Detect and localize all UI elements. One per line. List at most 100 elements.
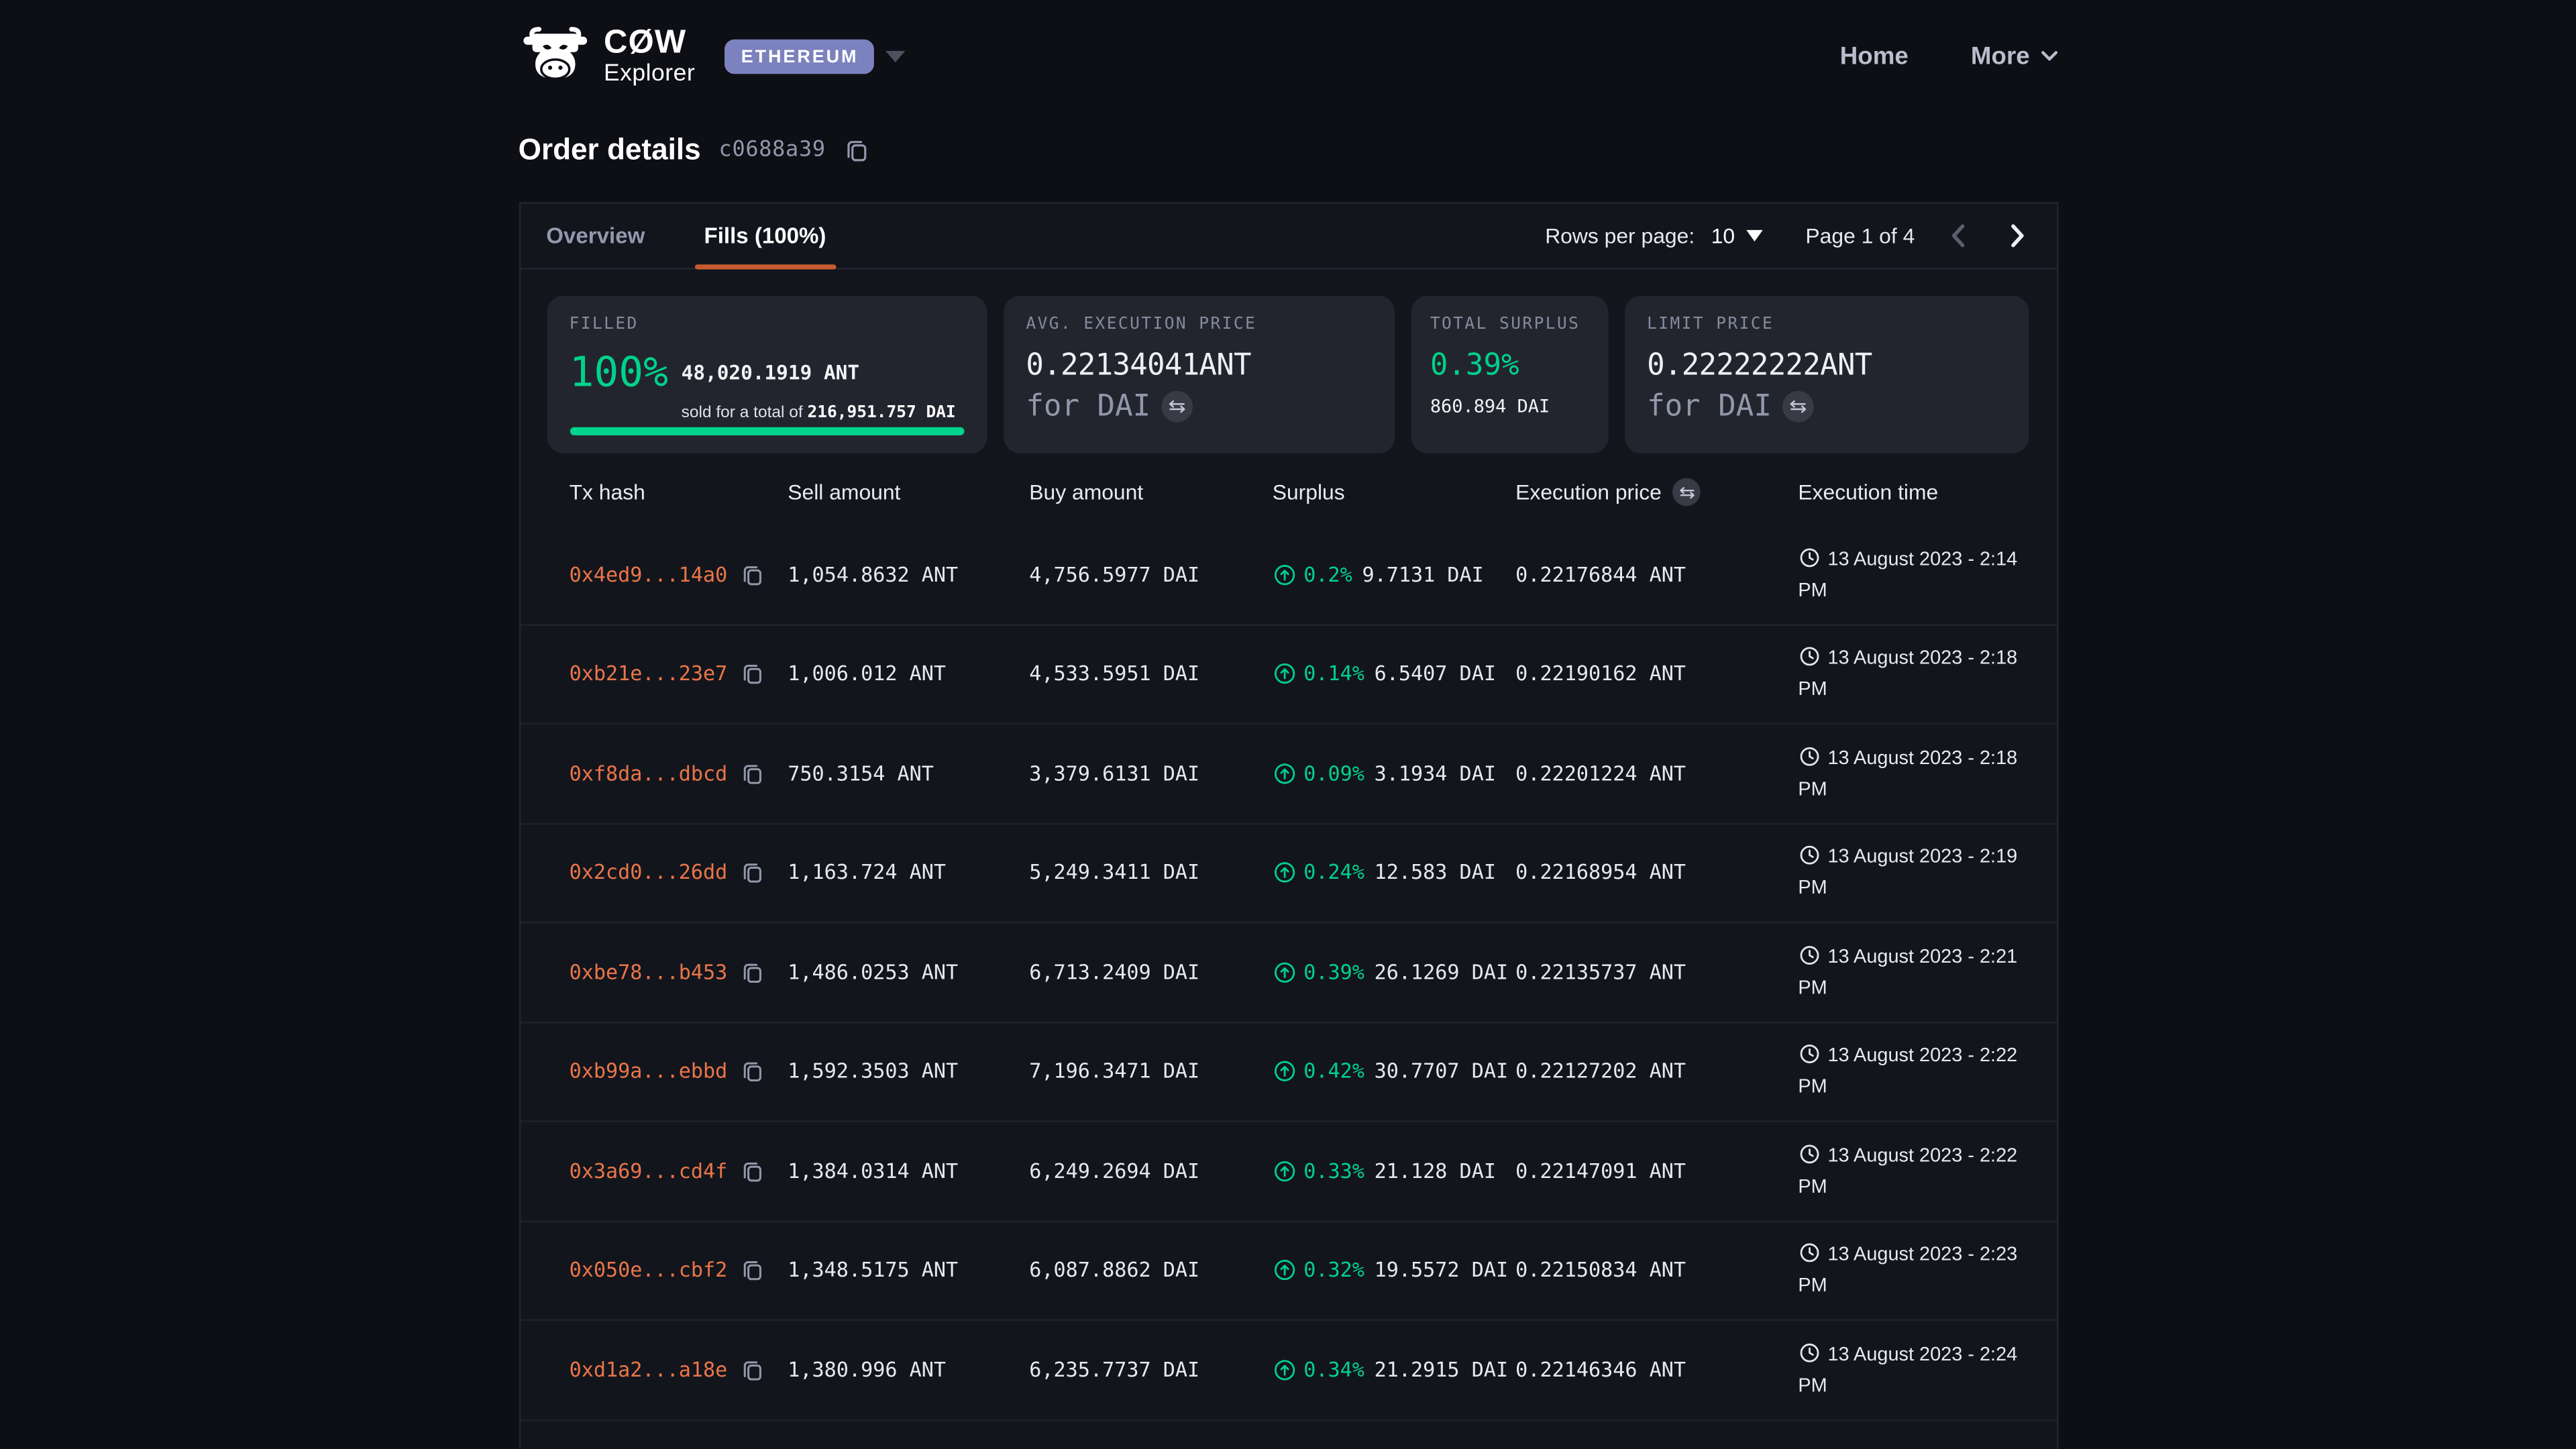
execution-time-text: 13 August 2023 - 2:14 PM [1798, 547, 2017, 601]
total-surplus-percent: 0.39% [1430, 348, 1588, 382]
buy-amount-cell: 6,087.8862 DAI [1029, 1259, 1272, 1282]
table-row: 0xb21e...23e7 1,006.012 ANT 4,533.5951 D… [520, 625, 2056, 724]
surplus-percent: 0.32% [1303, 1259, 1364, 1282]
tx-hash-link[interactable]: 0x050e...cbf2 [570, 1259, 728, 1282]
execution-price-cell: 0.22127202 ANT [1515, 1060, 1798, 1083]
tx-hash-cell: 0x2cd0...26dd [570, 861, 788, 884]
next-page-button[interactable] [2002, 222, 2030, 250]
filled-percent: 100% [570, 350, 668, 395]
surplus-cell: 0.14% 6.5407 DAI [1273, 663, 1515, 686]
rows-per-page-value: 10 [1711, 223, 1735, 248]
tx-hash-link[interactable]: 0xb21e...23e7 [570, 663, 728, 686]
total-surplus-card: TOTAL SURPLUS 0.39% 860.894 DAI [1410, 296, 1607, 453]
fills-table-header: Tx hash Sell amount Buy amount Surplus E… [520, 478, 2056, 506]
tab-overview[interactable]: Overview [546, 204, 645, 268]
limit-price-label: LIMIT PRICE [1647, 315, 2005, 333]
execution-price-cell: 0.22147091 ANT [1515, 1159, 1798, 1182]
invert-price-button[interactable] [1162, 391, 1193, 423]
clock-icon [1798, 845, 1819, 867]
nav-more[interactable]: More [1971, 42, 2057, 70]
copy-tx-hash-button[interactable] [741, 1358, 763, 1381]
surplus-percent: 0.09% [1303, 762, 1364, 785]
swap-icon [1790, 399, 1808, 414]
execution-time-text: 13 August 2023 - 2:19 PM [1798, 845, 2017, 900]
arrow-up-circle-icon [1273, 1060, 1295, 1083]
clock-icon [1798, 945, 1819, 966]
previous-page-button[interactable] [1944, 222, 1972, 250]
copy-tx-hash-button[interactable] [741, 563, 763, 586]
buy-amount-cell: 5,249.3411 DAI [1029, 861, 1272, 884]
filled-amount: 48,020.1919 ANT [682, 362, 859, 384]
arrow-up-circle-icon [1273, 1259, 1295, 1282]
clock-icon [1798, 547, 1819, 568]
surplus-amount: 30.7707 DAI [1375, 1060, 1508, 1083]
tx-hash-link[interactable]: 0xd1a2...a18e [570, 1358, 728, 1381]
summary-cards: FILLED 100% 48,020.1919 ANT sold for a t… [520, 270, 2056, 453]
swap-icon [1169, 399, 1187, 414]
sell-amount-cell: 1,380.996 ANT [788, 1358, 1029, 1381]
tx-hash-link[interactable]: 0xf8da...dbcd [570, 762, 728, 785]
network-selector[interactable]: ETHEREUM [724, 39, 906, 73]
copy-tx-hash-button[interactable] [741, 1060, 763, 1083]
surplus-percent: 0.14% [1303, 663, 1364, 686]
pagination-controls: Rows per page: 10 Page 1 of 4 [1545, 222, 2030, 250]
invert-limit-price-button[interactable] [1783, 391, 1815, 423]
copy-icon [741, 961, 763, 983]
copy-order-id-button[interactable] [844, 138, 869, 163]
order-panel: Overview Fills (100%) Rows per page: 10 … [519, 202, 2058, 1449]
nav-home[interactable]: Home [1840, 42, 1909, 70]
tabs-row: Overview Fills (100%) Rows per page: 10 … [520, 204, 2056, 270]
rows-per-page-select[interactable]: 10 [1711, 223, 1763, 248]
arrow-up-circle-icon [1273, 861, 1295, 884]
arrow-up-circle-icon [1273, 663, 1295, 686]
copy-tx-hash-button[interactable] [741, 961, 763, 983]
surplus-cell: 0.33% 21.128 DAI [1273, 1159, 1515, 1182]
table-row: 0x4ed9...14a0 1,054.8632 ANT 4,756.5977 … [520, 526, 2056, 625]
total-surplus-label: TOTAL SURPLUS [1430, 315, 1588, 333]
tx-hash-cell: 0xbe78...b453 [570, 961, 788, 983]
buy-amount-cell: 4,756.5977 DAI [1029, 563, 1272, 586]
execution-price-cell: 0.22190162 ANT [1515, 663, 1798, 686]
brand-logo[interactable]: CØW Explorer [519, 26, 695, 86]
page-title: Order details [519, 133, 701, 167]
col-execution-price: Execution price [1515, 478, 1798, 506]
clock-icon [1798, 1342, 1819, 1364]
col-surplus: Surplus [1273, 480, 1515, 504]
copy-tx-hash-button[interactable] [741, 1159, 763, 1182]
clock-icon [1798, 646, 1819, 667]
clock-icon [1798, 1143, 1819, 1165]
copy-icon [741, 861, 763, 884]
tab-fills[interactable]: Fills (100%) [704, 204, 826, 268]
copy-tx-hash-button[interactable] [741, 861, 763, 884]
tx-hash-link[interactable]: 0x3a69...cd4f [570, 1159, 728, 1182]
tx-hash-link[interactable]: 0x2cd0...26dd [570, 861, 728, 884]
sell-amount-cell: 1,486.0253 ANT [788, 961, 1029, 983]
logo-subtitle: Explorer [604, 62, 695, 86]
execution-time-cell: 13 August 2023 - 2:18 PM [1798, 643, 2036, 704]
arrow-up-circle-icon [1273, 1358, 1295, 1381]
copy-icon [741, 1259, 763, 1282]
avg-price-label: AVG. EXECUTION PRICE [1026, 315, 1371, 333]
tx-hash-cell: 0x4ed9...14a0 [570, 563, 788, 586]
buy-amount-cell: 3,379.6131 DAI [1029, 762, 1272, 785]
tx-hash-link[interactable]: 0xb99a...ebbd [570, 1060, 728, 1083]
invert-execution-price-button[interactable] [1673, 478, 1701, 506]
buy-amount-cell: 6,713.2409 DAI [1029, 961, 1272, 983]
filled-sold-note: sold for a total of 216,951.757 DAI [682, 405, 956, 423]
nav-more-label: More [1971, 42, 2030, 70]
clock-icon [1798, 1044, 1819, 1065]
order-id: c0688a39 [719, 138, 826, 163]
network-badge[interactable]: ETHEREUM [724, 39, 875, 73]
copy-tx-hash-button[interactable] [741, 762, 763, 785]
copy-tx-hash-button[interactable] [741, 663, 763, 686]
surplus-cell: 0.09% 3.1934 DAI [1273, 762, 1515, 785]
tx-hash-cell: 0x3a69...cd4f [570, 1159, 788, 1182]
sell-amount-cell: 1,384.0314 ANT [788, 1159, 1029, 1182]
execution-price-cell: 0.22146346 ANT [1515, 1358, 1798, 1381]
tx-hash-link[interactable]: 0xbe78...b453 [570, 961, 728, 983]
arrow-up-circle-icon [1273, 961, 1295, 983]
execution-time-text: 13 August 2023 - 2:22 PM [1798, 1143, 2017, 1197]
execution-time-text: 13 August 2023 - 2:23 PM [1798, 1242, 2017, 1297]
copy-tx-hash-button[interactable] [741, 1259, 763, 1282]
tx-hash-link[interactable]: 0x4ed9...14a0 [570, 563, 728, 586]
